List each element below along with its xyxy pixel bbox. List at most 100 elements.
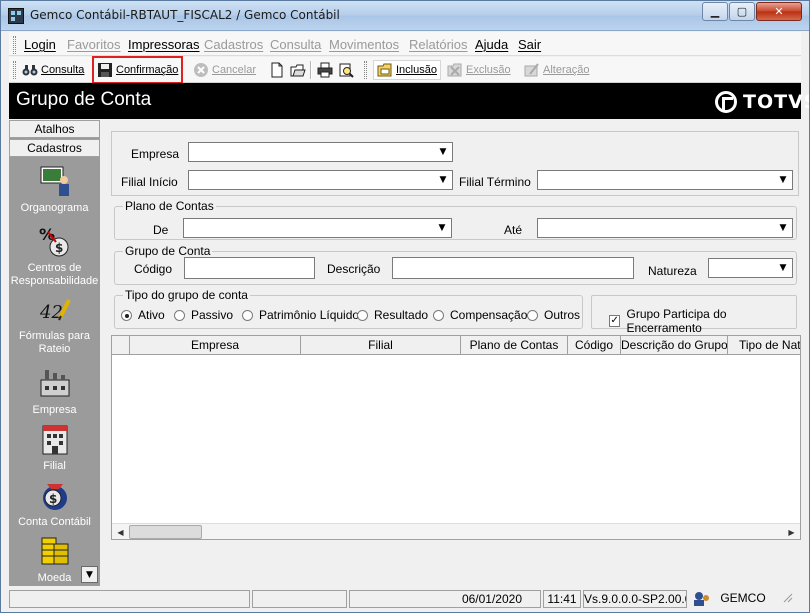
ate-label: Até (504, 223, 523, 237)
menu-login[interactable]: Login (24, 37, 56, 52)
codigo-input[interactable] (184, 257, 315, 279)
empresa-label: Empresa (131, 147, 180, 161)
radio-compensacao[interactable]: Compensação (433, 308, 527, 322)
data-grid[interactable]: Empresa Filial Plano de Contas Código De… (111, 335, 801, 540)
radio-label: Patrimônio Líquido (259, 308, 360, 322)
edit-icon (524, 62, 540, 78)
app-icon (8, 8, 24, 24)
svg-text:$: $ (49, 492, 57, 506)
plano-contas-group: Plano de Contas De ▼ Até ▼ (114, 199, 797, 240)
sidebar-item-centros-responsabilidade[interactable]: % $ Centros de Responsabilidade (9, 224, 100, 288)
radio-empty-icon (174, 309, 185, 321)
sidebar-item-empresa[interactable]: Empresa (9, 366, 100, 417)
menu-ajuda[interactable]: Ajuda (475, 37, 508, 52)
sidebar-item-conta-contabil[interactable]: $ Conta Contábil (9, 478, 100, 529)
menu-impressoras[interactable]: Impressoras (128, 37, 200, 52)
money-bag-icon: $ (38, 478, 72, 512)
radio-ativo[interactable]: Ativo (121, 308, 165, 322)
status-date: 06/01/2020 (349, 590, 541, 608)
descricao-input[interactable] (392, 257, 634, 279)
natureza-label: Natureza (648, 264, 697, 278)
minimize-button[interactable]: ▁ (702, 2, 728, 21)
chevron-down-icon[interactable]: ▼ (435, 144, 451, 160)
delete-icon (447, 62, 463, 78)
sidebar-label: Filial (43, 460, 66, 472)
menu-sair[interactable]: Sair (518, 37, 541, 52)
status-user: GEMCO (720, 591, 766, 605)
resize-grip-icon[interactable] (775, 590, 799, 608)
new-document-button[interactable] (269, 60, 288, 80)
close-icon: ✕ (774, 5, 784, 18)
chevron-down-icon[interactable]: ▼ (434, 220, 450, 236)
radio-passivo[interactable]: Passivo (174, 308, 233, 322)
radio-outros[interactable]: Outros (527, 308, 580, 322)
radio-patrimonio-liquido[interactable]: Patrimônio Líquido (242, 308, 359, 322)
natureza-select[interactable]: ▼ (708, 258, 793, 278)
scroll-left-icon[interactable]: ◀ (112, 524, 129, 539)
empresa-select[interactable]: ▼ (188, 142, 453, 162)
chevron-down-icon[interactable]: ▼ (775, 220, 791, 236)
column-header-descricao-grupo[interactable]: Descrição do Grupo (621, 336, 728, 355)
chevron-down-icon[interactable]: ▼ (435, 172, 451, 188)
maximize-icon: ▢ (736, 5, 748, 18)
totvs-logo: TOTVS (715, 90, 809, 114)
application-window: Gemco Contábil-RBTAUT_FISCAL2 / Gemco Co… (0, 0, 810, 613)
filial-termino-select[interactable]: ▼ (537, 170, 793, 190)
column-header-codigo[interactable]: Código (568, 336, 621, 355)
status-time: 11:41 (543, 590, 581, 608)
chevron-down-icon[interactable]: ▼ (775, 172, 791, 188)
status-bar: 06/01/2020 11:41 Vs.9.0.0.0-SP2.00.0 GEM… (9, 589, 801, 609)
grid-row-indicator-header (112, 336, 130, 355)
alteracao-label: Alteração (543, 64, 590, 76)
menu-grip (13, 36, 16, 54)
print-button[interactable] (317, 60, 336, 80)
radio-empty-icon (527, 309, 538, 321)
column-header-tipo-natureza[interactable]: Tipo de Natu (728, 336, 800, 355)
sidebar-label: Moeda (37, 572, 72, 584)
close-button[interactable]: ✕ (756, 2, 802, 21)
column-header-plano-contas[interactable]: Plano de Contas (461, 336, 568, 355)
totvs-logo-text: TOTVS (743, 91, 809, 113)
plano-ate-select[interactable]: ▼ (537, 218, 793, 238)
open-folder-button[interactable] (290, 60, 309, 80)
sidebar-label: Organograma (20, 202, 89, 214)
grid-horizontal-scrollbar[interactable]: ◀ ▶ (112, 523, 800, 539)
inclusao-button[interactable]: Inclusão (373, 60, 441, 80)
sidebar-item-filial[interactable]: Filial (9, 422, 100, 473)
cadastros-button[interactable]: Cadastros (9, 139, 100, 157)
plano-de-select[interactable]: ▼ (183, 218, 452, 238)
print-preview-button[interactable] (338, 60, 357, 80)
consulta-button[interactable]: Consulta (22, 60, 84, 80)
radio-label: Passivo (191, 308, 234, 322)
sidebar-item-organograma[interactable]: Organograma (9, 164, 100, 215)
folder-add-icon (377, 62, 393, 78)
toolbar-grip (13, 61, 16, 79)
grupo-conta-title: Grupo de Conta (123, 244, 213, 258)
column-header-filial[interactable]: Filial (301, 336, 461, 355)
minimize-icon: ▁ (710, 5, 720, 18)
scroll-right-icon[interactable]: ▶ (783, 524, 800, 539)
column-header-empresa[interactable]: Empresa (130, 336, 301, 355)
binoculars-icon (22, 62, 38, 78)
filial-inicio-label: Filial Início (121, 175, 178, 189)
scrollbar-thumb[interactable] (129, 525, 202, 539)
sidebar-label: Empresa (32, 404, 77, 416)
radio-resultado[interactable]: Resultado (357, 308, 428, 322)
toolbar-separator (310, 61, 312, 79)
svg-text:$: $ (55, 241, 63, 255)
maximize-button[interactable]: ▢ (729, 2, 755, 21)
confirmacao-button[interactable]: Confirmação (91, 56, 184, 84)
chevron-down-icon[interactable]: ▼ (775, 260, 791, 276)
page-title: Grupo de Conta (16, 89, 152, 110)
tipo-grupo-title: Tipo do grupo de conta (123, 288, 250, 302)
atalhos-button[interactable]: Atalhos (9, 120, 100, 138)
status-panel-message (9, 590, 250, 608)
filial-termino-label: Filial Término (459, 175, 531, 189)
money-bag-percent-icon: % $ (38, 224, 72, 258)
filial-inicio-select[interactable]: ▼ (188, 170, 453, 190)
sidebar-scroll-down-button[interactable]: ▼ (81, 566, 98, 583)
new-document-icon (269, 62, 285, 78)
codigo-label: Código (134, 262, 173, 276)
encerramento-checkbox[interactable]: ✓ Grupo Participa do Encerramento (609, 307, 796, 335)
sidebar-item-formulas-rateio[interactable]: 42 Fórmulas para Rateio (9, 292, 100, 356)
